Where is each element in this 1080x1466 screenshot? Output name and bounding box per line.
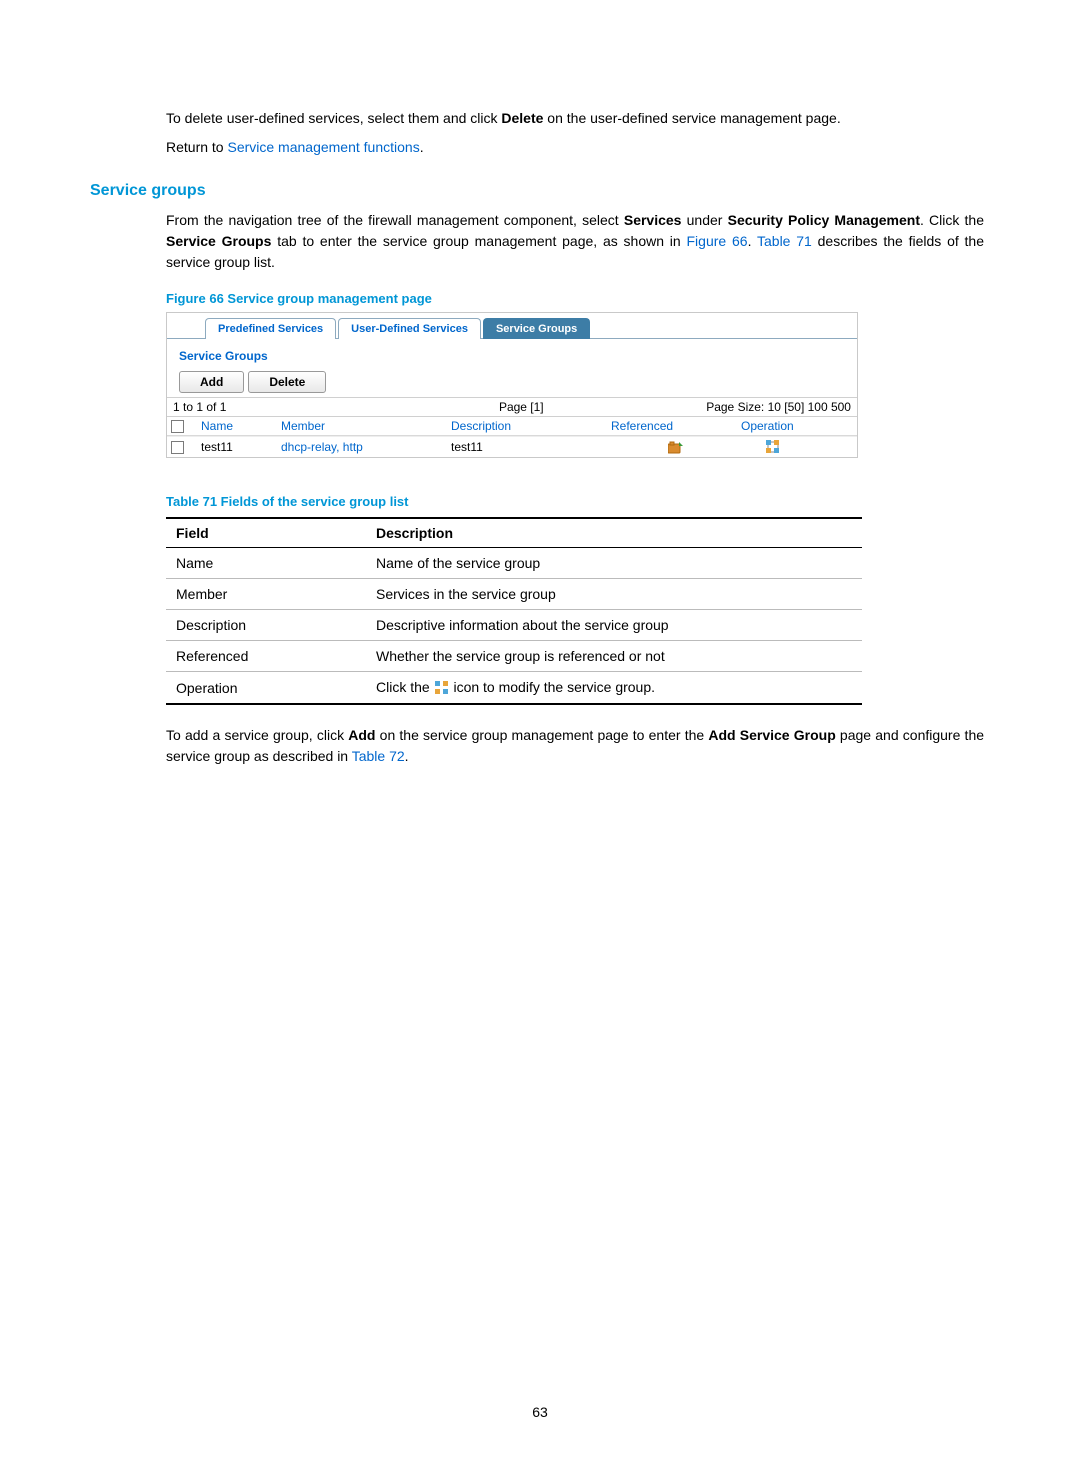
col-operation: Operation xyxy=(741,419,853,433)
text: under xyxy=(681,212,727,228)
text: From the navigation tree of the firewall… xyxy=(166,212,624,228)
add-button[interactable]: Add xyxy=(179,371,244,393)
tab-bar: Predefined Services User-Defined Service… xyxy=(167,313,857,339)
text-bold: Services xyxy=(624,212,682,228)
table-row: Referenced Whether the service group is … xyxy=(166,641,862,672)
cell-name: test11 xyxy=(201,440,281,454)
paragraph-nav: From the navigation tree of the firewall… xyxy=(166,210,984,273)
button-row: Add Delete xyxy=(167,371,857,393)
text: Return to xyxy=(166,139,227,155)
cell-desc: Name of the service group xyxy=(366,548,862,579)
table-row: Operation Click the icon to modify the s… xyxy=(166,672,862,705)
cell-field: Member xyxy=(166,579,366,610)
col-referenced: Referenced xyxy=(611,419,741,433)
figure-screenshot: Predefined Services User-Defined Service… xyxy=(166,312,858,458)
cell-desc: Services in the service group xyxy=(366,579,862,610)
cell-field: Operation xyxy=(166,672,366,705)
text-bold: Security Policy Management xyxy=(728,212,920,228)
cell-desc: Click the icon to modify the service gro… xyxy=(366,672,862,705)
paragraph-add: To add a service group, click Add on the… xyxy=(166,725,984,767)
cell-desc: Whether the service group is referenced … xyxy=(366,641,862,672)
link-figure-66[interactable]: Figure 66 xyxy=(687,233,748,249)
link-service-management[interactable]: Service management functions xyxy=(227,139,419,155)
cell-field: Name xyxy=(166,548,366,579)
fields-table: Field Description Name Name of the servi… xyxy=(166,517,862,705)
text: . xyxy=(405,748,409,764)
cell-desc: Descriptive information about the servic… xyxy=(366,610,862,641)
text: . Click the xyxy=(920,212,984,228)
table-row: Member Services in the service group xyxy=(166,579,862,610)
paragraph-delete: To delete user-defined services, select … xyxy=(166,108,984,129)
row-checkbox[interactable] xyxy=(171,441,184,454)
table-row: test11 dhcp-relay, http test11 xyxy=(167,436,857,457)
pager-size: Page Size: 10 [50] 100 500 xyxy=(706,400,851,414)
text: on the user-defined service management p… xyxy=(543,110,840,126)
text: . xyxy=(748,233,757,249)
pager: 1 to 1 of 1 Page [1] Page Size: 10 [50] … xyxy=(167,397,857,417)
text: tab to enter the service group managemen… xyxy=(271,233,686,249)
operation-modify-icon[interactable] xyxy=(741,439,853,455)
delete-button[interactable]: Delete xyxy=(248,371,326,393)
tab-user-defined-services[interactable]: User-Defined Services xyxy=(338,318,481,339)
table-caption: Table 71 Fields of the service group lis… xyxy=(166,494,984,509)
text: icon to modify the service group. xyxy=(450,679,655,695)
cell-field: Referenced xyxy=(166,641,366,672)
link-table-71[interactable]: Table 71 xyxy=(757,233,812,249)
cell-member[interactable]: dhcp-relay, http xyxy=(281,440,451,454)
col-name: Name xyxy=(201,419,281,433)
th-field: Field xyxy=(166,518,366,548)
th-description: Description xyxy=(366,518,862,548)
heading-service-groups: Service groups xyxy=(90,182,984,200)
text-bold: Service Groups xyxy=(166,233,271,249)
grid-header: Name Member Description Referenced Opera… xyxy=(167,417,857,436)
select-all-checkbox[interactable] xyxy=(171,420,184,433)
tab-service-groups[interactable]: Service Groups xyxy=(483,318,590,339)
col-description: Description xyxy=(451,419,611,433)
paragraph-return: Return to Service management functions. xyxy=(166,137,984,158)
text: Click the xyxy=(376,679,434,695)
table-row: Description Descriptive information abou… xyxy=(166,610,862,641)
text-bold: Add Service Group xyxy=(708,727,835,743)
link-table-72[interactable]: Table 72 xyxy=(352,748,405,764)
referenced-icon xyxy=(611,440,741,454)
pager-range: 1 to 1 of 1 xyxy=(173,400,226,414)
text: on the service group management page to … xyxy=(375,727,708,743)
figure-caption: Figure 66 Service group management page xyxy=(166,291,984,306)
page-number: 63 xyxy=(0,1404,1080,1420)
text: To add a service group, click xyxy=(166,727,348,743)
tab-predefined-services[interactable]: Predefined Services xyxy=(205,318,336,339)
table-row: Name Name of the service group xyxy=(166,548,862,579)
cell-description: test11 xyxy=(451,440,611,454)
text-bold: Delete xyxy=(501,110,543,126)
col-member: Member xyxy=(281,419,451,433)
cell-field: Description xyxy=(166,610,366,641)
text: . xyxy=(420,139,424,155)
text: To delete user-defined services, select … xyxy=(166,110,501,126)
pager-page: Page [1] xyxy=(499,400,544,414)
modify-icon xyxy=(434,680,450,696)
panel-title: Service Groups xyxy=(167,339,857,371)
text-bold: Add xyxy=(348,727,375,743)
